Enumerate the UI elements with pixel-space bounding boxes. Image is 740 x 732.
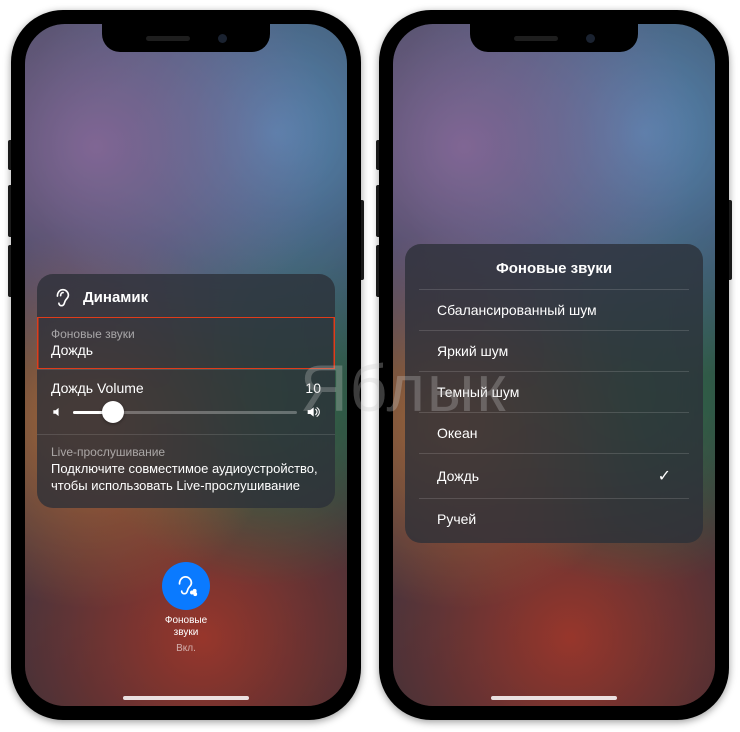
bg-row-label: Фоновые звуки bbox=[51, 327, 321, 341]
notch bbox=[102, 24, 270, 52]
sound-option-ocean[interactable]: Океан bbox=[419, 412, 689, 453]
control-center-hearing-button[interactable]: Фоновые звуки Вкл. bbox=[162, 562, 210, 654]
ear-sound-icon bbox=[162, 562, 210, 610]
sound-option-rain[interactable]: Дождь ✓ bbox=[419, 453, 689, 498]
hearing-panel: Динамик Фоновые звуки Дождь Дождь Volume… bbox=[37, 274, 335, 508]
cc-button-state: Вкл. bbox=[176, 643, 196, 654]
option-label: Ручей bbox=[437, 511, 476, 527]
slider-thumb[interactable] bbox=[102, 401, 124, 423]
volume-row: Дождь Volume 10 bbox=[37, 369, 335, 434]
cc-button-label: Фоновые звуки bbox=[165, 615, 207, 638]
ear-icon bbox=[51, 286, 73, 308]
volume-label: Дождь Volume bbox=[51, 380, 144, 396]
home-indicator[interactable] bbox=[491, 696, 617, 700]
sound-option-bright-noise[interactable]: Яркий шум bbox=[419, 330, 689, 371]
bg-row-value: Дождь bbox=[51, 342, 321, 358]
option-label: Дождь bbox=[437, 468, 479, 484]
slider-track[interactable] bbox=[73, 411, 297, 414]
notch bbox=[470, 24, 638, 52]
option-label: Океан bbox=[437, 425, 477, 441]
sound-option-balanced-noise[interactable]: Сбалансированный шум bbox=[419, 289, 689, 330]
sound-option-stream[interactable]: Ручей bbox=[419, 498, 689, 539]
sounds-menu-panel: Фоновые звуки Сбалансированный шум Яркий… bbox=[405, 244, 703, 543]
sounds-menu-title: Фоновые звуки bbox=[405, 258, 703, 289]
volume-value: 10 bbox=[305, 380, 321, 396]
home-indicator[interactable] bbox=[123, 696, 249, 700]
live-listen-desc: Подключите совместимое аудиоустройство, … bbox=[51, 461, 321, 494]
sound-option-dark-noise[interactable]: Темный шум bbox=[419, 371, 689, 412]
panel-header: Динамик bbox=[37, 274, 335, 318]
checkmark-icon: ✓ bbox=[658, 466, 671, 486]
background-sounds-row[interactable]: Фоновые звуки Дождь bbox=[37, 317, 335, 369]
option-label: Сбалансированный шум bbox=[437, 302, 597, 318]
panel-title: Динамик bbox=[83, 289, 148, 306]
phone-left: Динамик Фоновые звуки Дождь Дождь Volume… bbox=[11, 10, 361, 720]
screen-left: Динамик Фоновые звуки Дождь Дождь Volume… bbox=[25, 24, 347, 706]
screen-right: Фоновые звуки Сбалансированный шум Яркий… bbox=[393, 24, 715, 706]
volume-high-icon bbox=[305, 404, 321, 420]
phone-right: Фоновые звуки Сбалансированный шум Яркий… bbox=[379, 10, 729, 720]
volume-low-icon bbox=[51, 405, 65, 419]
volume-slider[interactable] bbox=[51, 404, 321, 420]
option-label: Темный шум bbox=[437, 384, 519, 400]
live-listen-label: Live-прослушивание bbox=[51, 445, 321, 459]
live-listen-row: Live-прослушивание Подключите совместимо… bbox=[37, 434, 335, 508]
option-label: Яркий шум bbox=[437, 343, 508, 359]
